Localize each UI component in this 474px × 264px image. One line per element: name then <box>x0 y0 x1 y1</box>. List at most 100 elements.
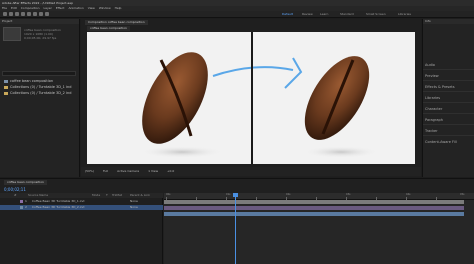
project-item[interactable]: coffee bean composition <box>4 79 53 84</box>
panel-audio[interactable]: Audio <box>425 63 435 68</box>
exposure-value[interactable]: +0.0 <box>167 169 174 173</box>
project-search-input[interactable] <box>2 71 76 76</box>
layer-index: 1 <box>25 199 27 203</box>
workspace-learn[interactable]: Learn <box>320 12 328 17</box>
layer-row-selected[interactable]: 2 Coffee Bean 3D Turntable 3D_2.ind None <box>0 205 163 210</box>
folder-icon <box>4 91 8 95</box>
timeline-tab[interactable]: coffee bean composition <box>4 180 47 185</box>
menu-help[interactable]: Help <box>115 6 122 10</box>
tools-bar: Default Review Learn Standard Small Scre… <box>0 11 474 18</box>
col-parent[interactable]: Parent & Link <box>130 193 150 198</box>
ruler-label: 04s <box>406 193 411 196</box>
menu-composition[interactable]: Composition <box>21 6 40 10</box>
timeline-tracks[interactable]: 00s 01s 02s 03s 04s 05s <box>164 193 474 264</box>
ruler-label: 03s <box>346 193 351 196</box>
panel-preview[interactable]: Preview <box>425 74 439 79</box>
layer-color-label[interactable] <box>20 199 23 203</box>
panel-character[interactable]: Character <box>425 107 442 112</box>
composition-viewer: Composition coffee bean composition coff… <box>81 19 421 177</box>
col-trkmat[interactable]: TrkMat <box>112 193 122 198</box>
project-item[interactable]: Collections (0) / Turntable 3D_1 ind <box>4 85 71 90</box>
layer-list: # Source Name Mode T TrkMat Parent & Lin… <box>0 193 163 264</box>
layer-name[interactable]: Coffee Bean 3D Turntable 3D_2.ind <box>32 205 85 209</box>
project-panel: Project coffee bean composition 1920 x 1… <box>0 19 80 177</box>
layer-parent[interactable]: None <box>130 205 138 210</box>
ruler-label: 01s <box>226 193 231 196</box>
divider <box>423 80 474 81</box>
layer-index: 2 <box>25 205 27 209</box>
bean-shadow-right <box>303 146 379 158</box>
ruler-label: 00s <box>166 193 171 196</box>
project-item-label: coffee bean composition <box>10 79 54 83</box>
menu-view[interactable]: View <box>88 6 95 10</box>
time-ruler[interactable]: 00s 01s 02s 03s 04s 05s <box>164 193 474 200</box>
layer-color-label[interactable] <box>20 205 23 209</box>
selection-tool-icon[interactable] <box>9 12 13 16</box>
layer-1-duration-bar[interactable] <box>164 206 464 210</box>
project-item[interactable]: Collections (0) / Turntable 3D_2 ind <box>4 91 71 96</box>
camera-select[interactable]: Active Camera <box>117 169 139 173</box>
divider <box>423 124 474 125</box>
view-layout-select[interactable]: 1 View <box>148 169 158 173</box>
info-panel-title: Info <box>425 19 431 23</box>
home-icon[interactable] <box>3 12 7 16</box>
coffee-bean-left <box>142 52 208 144</box>
col-source-name[interactable]: Source Name <box>28 193 48 198</box>
workspace-standard[interactable]: Standard <box>340 12 354 17</box>
workspace-small-screen[interactable]: Small Screen <box>366 12 386 17</box>
menu-layer[interactable]: Layer <box>44 6 52 10</box>
menu-animation[interactable]: Animation <box>68 6 83 10</box>
text-tool-icon[interactable] <box>45 12 49 16</box>
viewer-footer: (50%) Full Active Camera 1 View +0.0 <box>81 167 421 176</box>
view-divider <box>251 32 253 164</box>
bean-shadow-left <box>140 146 224 158</box>
hand-tool-icon[interactable] <box>15 12 19 16</box>
timeline-panel: coffee bean composition 0;00;02;11 # Sou… <box>0 178 474 264</box>
composition-icon <box>4 79 8 83</box>
workspace-review[interactable]: Review <box>302 12 313 17</box>
folder-icon <box>4 85 8 89</box>
workspace-default[interactable]: Default <box>282 12 293 17</box>
layer-row[interactable]: 1 Coffee Bean 3D Turntable 3D_1.ind None <box>0 199 163 204</box>
project-info-duration: 0;00;05;00, 29.97 fps <box>24 36 57 40</box>
col-t: T <box>106 193 108 197</box>
divider <box>423 135 474 136</box>
resolution-select[interactable]: Full <box>103 169 108 173</box>
project-panel-header[interactable]: Project <box>0 19 79 24</box>
panel-effects-presets[interactable]: Effects & Presets <box>425 85 455 90</box>
rotate-tool-icon[interactable] <box>27 12 31 16</box>
camera-tool-icon[interactable] <box>33 12 37 16</box>
layer-parent[interactable]: None <box>130 199 138 204</box>
work-area-bar[interactable] <box>164 200 464 204</box>
panel-libraries[interactable]: Libraries <box>425 96 440 101</box>
menu-edit[interactable]: Edit <box>11 6 17 10</box>
current-timecode[interactable]: 0;00;02;11 <box>4 187 26 192</box>
pen-tool-icon[interactable] <box>39 12 43 16</box>
right-panels: Info Audio Preview Effects & Presets Lib… <box>422 19 474 177</box>
project-panel-title: Project <box>2 19 13 23</box>
menu-file[interactable]: File <box>2 6 7 10</box>
col-mode[interactable]: Mode <box>92 193 100 198</box>
playhead[interactable] <box>235 193 236 264</box>
composition-canvas[interactable] <box>87 32 415 164</box>
layer-name[interactable]: Coffee Bean 3D Turntable 3D_1.ind <box>32 199 85 203</box>
menu-effect[interactable]: Effect <box>56 6 65 10</box>
divider <box>423 91 474 92</box>
layer-2-duration-bar[interactable] <box>164 212 464 216</box>
panel-content-aware-fill[interactable]: Content-Aware Fill <box>425 140 457 145</box>
composition-tab[interactable]: Composition coffee bean composition <box>85 20 148 25</box>
project-thumbnail <box>3 27 21 41</box>
layer-columns-header: # Source Name Mode T TrkMat Parent & Lin… <box>0 193 163 198</box>
info-panel-header[interactable]: Info <box>423 19 474 24</box>
project-info: coffee bean composition 1920 x 1080 (1.0… <box>24 28 61 40</box>
composition-subtab[interactable]: coffee bean composition <box>87 26 130 31</box>
col-index: # <box>14 193 17 197</box>
menu-window[interactable]: Window <box>99 6 111 10</box>
panel-paragraph[interactable]: Paragraph <box>425 118 443 123</box>
project-item-label: Collections (0) / Turntable 3D_2 ind <box>10 91 72 95</box>
workspace-libraries[interactable]: Libraries <box>398 12 411 17</box>
divider <box>423 69 474 70</box>
zoom-level[interactable]: (50%) <box>85 169 94 173</box>
panel-tracker[interactable]: Tracker <box>425 129 438 134</box>
zoom-tool-icon[interactable] <box>21 12 25 16</box>
